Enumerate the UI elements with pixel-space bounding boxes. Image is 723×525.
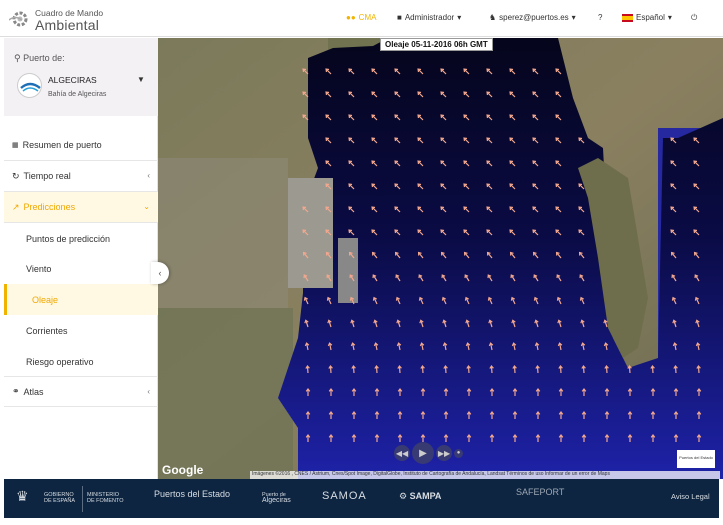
chevron-left-icon: ‹	[147, 387, 150, 396]
menu-label: Tiempo real	[23, 171, 71, 181]
app-logo[interactable]: Cuadro de Mando Ambiental	[9, 6, 109, 33]
aviso-legal-link[interactable]: Aviso Legal	[671, 492, 710, 501]
settings-button[interactable]: ●	[454, 448, 463, 458]
previous-button[interactable]: ◀◀	[394, 445, 410, 461]
nav-language[interactable]: Español ▾	[622, 13, 672, 22]
spain-flag-icon	[622, 13, 633, 22]
coat-of-arms-icon: ♛	[16, 488, 29, 504]
map-badge: Puertos del Estado	[677, 450, 715, 468]
power-icon: ⏻	[691, 13, 698, 22]
animation-player: ◀◀ ▶ ▶▶ ●	[394, 442, 463, 464]
refresh-icon: ↻	[12, 170, 20, 181]
nav-lang-label: Español	[636, 13, 665, 22]
footer-alg-2: Algeciras	[262, 497, 291, 504]
menu-resumen-puerto[interactable]: ▦ Resumen de puerto	[4, 130, 158, 161]
menu-predicciones[interactable]: ↗ Predicciones ⌄	[4, 192, 158, 223]
port-pier	[338, 238, 358, 303]
port-subtitle: Bahía de Algeciras	[48, 91, 107, 98]
menu-tiempo-real[interactable]: ↻ Tiempo real ‹	[4, 161, 158, 192]
submenu-label: Riesgo operativo	[26, 356, 94, 367]
menu-label: Predicciones	[23, 202, 76, 212]
nav-cma-label: CMA	[358, 13, 377, 22]
footer-sampa[interactable]: ⚙ SAMPA	[399, 491, 441, 502]
submenu-label: Corrientes	[26, 325, 68, 336]
caret-down-icon: ▾	[457, 13, 462, 22]
town-algeciras	[158, 158, 288, 308]
menu-label: Resumen de puerto	[22, 140, 102, 150]
logo-line-2: Ambiental	[35, 17, 100, 33]
map-canvas[interactable]	[158, 38, 723, 479]
user-icon: ♞	[489, 13, 497, 22]
footer-ministerio: MINISTERIO DE FOMENTO	[87, 492, 124, 504]
footer-samoa[interactable]: SAMOA	[322, 490, 367, 502]
nav-cma[interactable]: ●● CMA	[346, 13, 376, 22]
port-logo-icon	[17, 73, 42, 98]
logout-button[interactable]: ⏻	[691, 13, 697, 23]
caret-down-icon: ▾	[667, 13, 672, 22]
submenu-corrientes[interactable]: Corrientes	[4, 315, 158, 346]
submenu-riesgo-operativo[interactable]: Riesgo operativo	[4, 346, 158, 377]
submenu-puntos-prediccion[interactable]: Puntos de predicción	[4, 223, 158, 254]
footer-divider	[82, 486, 83, 512]
play-button[interactable]: ▶	[412, 442, 434, 464]
users-icon: ●●	[346, 13, 356, 22]
submenu-label: Oleaje	[32, 294, 59, 305]
menu-label: Atlas	[23, 386, 44, 397]
top-header: Cuadro de Mando Ambiental ●● CMA ■ Admin…	[0, 0, 723, 37]
chevron-down-icon: ⌄	[143, 202, 150, 211]
submenu-label: Viento	[26, 263, 52, 274]
globe-icon: ⚭	[12, 386, 20, 396]
gear-icon: ⚙	[399, 491, 408, 501]
menu-atlas[interactable]: ⚭ Atlas ‹	[4, 376, 158, 407]
nav-user-label: sperez@puertos.es	[499, 13, 569, 22]
submenu-viento[interactable]: Viento	[4, 253, 158, 284]
caret-down-icon: ▾	[571, 13, 576, 22]
footer-sampa-label: SAMPA	[409, 491, 442, 501]
caret-down-icon[interactable]: ▼	[137, 75, 145, 84]
chevron-left-icon: ‹	[147, 171, 150, 180]
graduation-cap-icon: ■	[397, 13, 402, 22]
footer-min-2: DE FOMENTO	[87, 498, 124, 504]
footer: ♛ GOBIERNO DE ESPAÑA MINISTERIO DE FOMEN…	[4, 479, 719, 518]
nav-user[interactable]: ♞ sperez@puertos.es ▾	[489, 13, 576, 22]
nav-help[interactable]: ?	[598, 13, 602, 22]
nav-admin-label: Administrador	[404, 13, 455, 22]
footer-algeciras[interactable]: Puerto de Algeciras	[262, 492, 291, 504]
port-name: ALGECIRAS	[48, 75, 97, 85]
footer-gobierno: GOBIERNO DE ESPAÑA	[44, 492, 75, 504]
port-label: ⚲ Puerto de:	[14, 53, 65, 64]
footer-safeport[interactable]: SAFEPORT	[516, 487, 564, 497]
map-attribution[interactable]: Imágenes ©2016 , CNES / Astrium, Cnes/Sp…	[250, 471, 720, 479]
land-south	[158, 308, 293, 479]
map-view[interactable]: Oleaje 05-11-2016 06h GMT ◀◀ ▶ ▶▶ ● Goog…	[158, 38, 723, 479]
gear-logo-icon	[9, 11, 28, 27]
sidebar: ⚲ Puerto de: ALGECIRAS Bahía de Algecira…	[4, 38, 158, 479]
next-button[interactable]: ▶▶	[436, 445, 452, 461]
map-marker-icon: ⚲	[14, 53, 21, 63]
submenu-oleaje[interactable]: Oleaje	[4, 284, 158, 315]
submenu-label: Puntos de predicción	[26, 233, 111, 244]
port-label-text: Puerto de:	[23, 53, 65, 63]
nav-administrador[interactable]: ■ Administrador ▾	[397, 13, 461, 22]
map-title: Oleaje 05-11-2016 06h GMT	[380, 38, 493, 51]
google-logo: Google	[162, 463, 204, 477]
help-label: ?	[598, 13, 603, 22]
footer-gov-2: DE ESPAÑA	[44, 498, 76, 504]
port-selector[interactable]: ⚲ Puerto de: ALGECIRAS Bahía de Algecira…	[4, 38, 158, 116]
footer-puertos-estado[interactable]: Puertos del Estado	[154, 489, 230, 499]
chart-icon: ↗	[12, 201, 20, 212]
grid-icon: ▦	[12, 142, 19, 149]
